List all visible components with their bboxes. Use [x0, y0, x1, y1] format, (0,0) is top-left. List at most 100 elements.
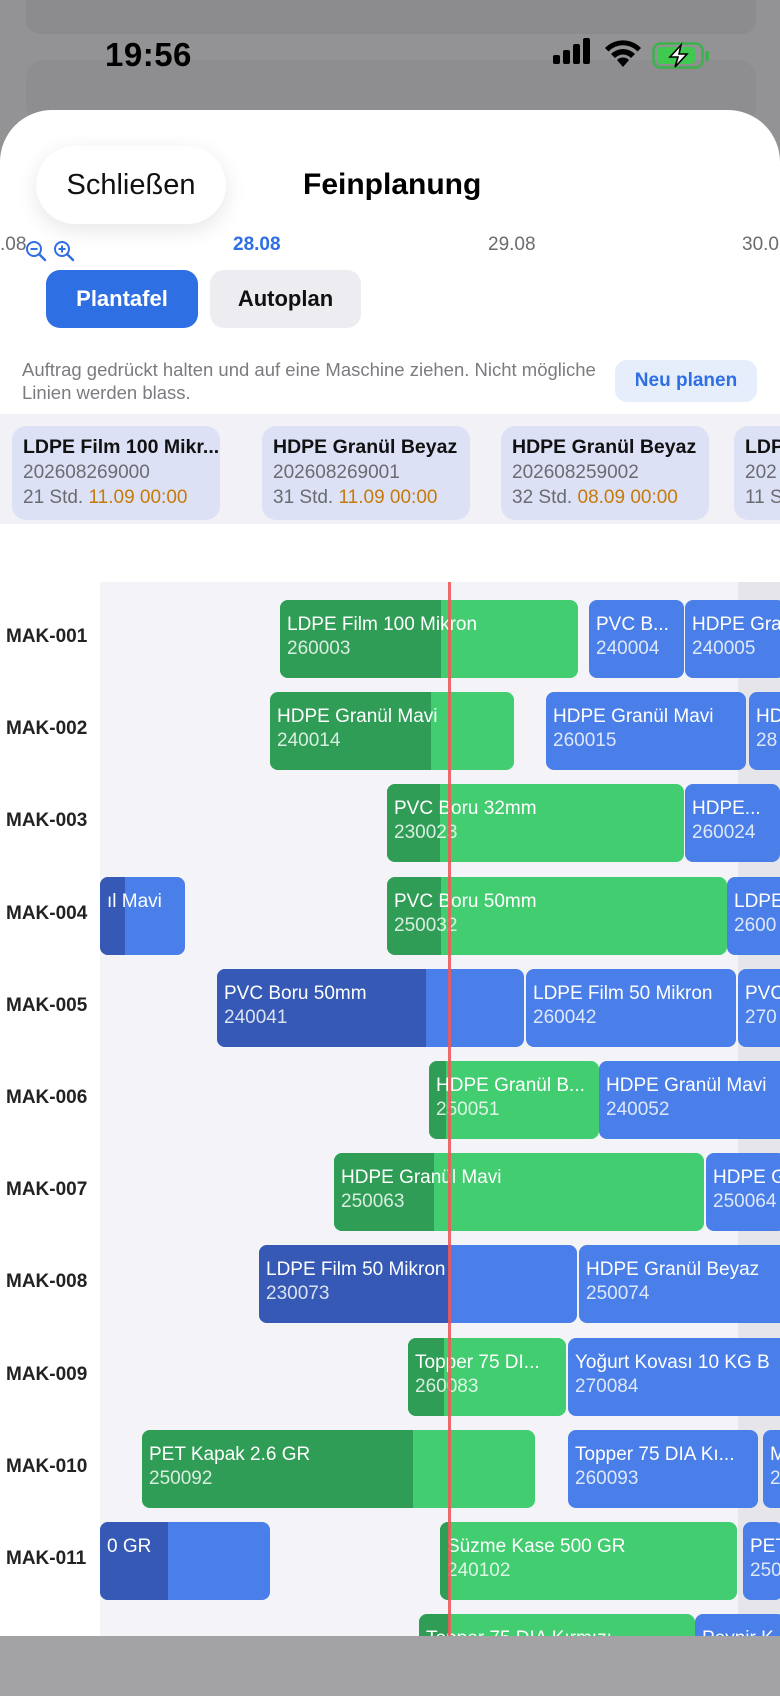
job-id: 240052 [606, 1099, 670, 1120]
order-number: 202608269001 [273, 462, 400, 483]
job-bar[interactable]: HDPE Granül Mavi 240052 [599, 1061, 780, 1139]
job-bar[interactable]: PET Kapak 2.6 GR 250092 [142, 1429, 535, 1508]
job-bar[interactable]: HD 28 [749, 692, 780, 771]
order-hours: 11 S [745, 487, 780, 508]
job-name: HDPE Granül Mavi [553, 706, 714, 728]
close-button[interactable]: Schließen [36, 146, 226, 224]
job-bar[interactable]: LDPE Film 50 Mikron 260042 [526, 968, 736, 1047]
job-bar[interactable]: HDPE G 250064 [706, 1153, 780, 1232]
drag-hint-text: Auftrag gedrückt halten und auf eine Mas… [22, 359, 596, 403]
job-name: LDPE Film 50 Mikron [266, 1259, 446, 1281]
order-pool[interactable]: LDPE Film 100 Mikr... 202608269000 21 St… [0, 414, 780, 524]
machine-label: MAK-003 [6, 810, 88, 832]
job-bar[interactable]: LDPE Film 50 Mikron 230073 [259, 1245, 577, 1324]
job-name: HDPE Granül B... [436, 1075, 585, 1096]
job-id: 250 [750, 1560, 780, 1581]
order-card[interactable]: LDPE Film 100 Mikr... 202608269000 21 St… [12, 426, 220, 520]
job-name: Süzme Kase 500 GR [447, 1536, 626, 1557]
job-name: ıl Mavi [107, 890, 162, 912]
date-tick: 29.08 [488, 234, 536, 255]
job-bar[interactable]: HDPE Granül B... 250051 [429, 1061, 599, 1139]
order-hours: 31 Std. [273, 487, 334, 508]
job-name: PET Kapak 2.6 GR [149, 1443, 311, 1465]
planning-sheet: Schließen Feinplanung Plantafel Autoplan… [0, 110, 780, 1696]
job-id: 240014 [277, 730, 341, 752]
job-id: 250063 [341, 1191, 405, 1213]
order-card[interactable]: LDP 202 11 S [734, 426, 780, 520]
machine-label: MAK-011 [6, 1548, 87, 1569]
order-due: 08.09 00:00 [577, 487, 678, 508]
machine-label: MAK-007 [6, 1179, 88, 1201]
order-title: LDPE Film 100 Mikr... [23, 436, 220, 458]
job-bar[interactable]: LDPE 2600 [727, 876, 780, 955]
job-bar[interactable]: PET 250 [743, 1522, 780, 1600]
job-id: 250074 [586, 1283, 650, 1305]
replan-button[interactable]: Neu planen [615, 360, 757, 402]
gantt-board[interactable]: MAK-001 LDPE Film 100 Mikron 260003 PVC B..… [0, 582, 780, 1696]
job-id: 240102 [447, 1560, 511, 1581]
job-id: 240004 [596, 638, 660, 659]
job-id: 230073 [266, 1283, 330, 1305]
job-bar[interactable]: PVC Boru 50mm 240041 [217, 968, 524, 1047]
order-due: 11.09 00:00 [88, 487, 188, 508]
sheet-title: Feinplanung [303, 168, 482, 201]
order-card[interactable]: HDPE Granül Beyaz 202608269001 31 Std. 1… [262, 426, 470, 520]
job-id: 250051 [436, 1099, 500, 1120]
job-id: 270084 [575, 1375, 639, 1397]
job-name: PET [750, 1536, 780, 1557]
job-bar[interactable]: Süzme Kase 500 GR 240102 [440, 1522, 737, 1600]
job-bar[interactable]: HDPE Granül Mavi 260015 [546, 692, 746, 771]
machine-label: MAK-006 [6, 1087, 88, 1108]
job-name: HDPE Granül Mavi [606, 1075, 767, 1096]
tab-plantafel[interactable]: Plantafel [46, 270, 198, 328]
job-bar[interactable]: HDPE Granül Mavi 250063 [334, 1153, 704, 1232]
job-name: HDPE G [713, 1167, 780, 1189]
job-name: PVC B... [596, 614, 669, 635]
job-bar[interactable]: HDPE Granül Beyaz 250074 [579, 1245, 780, 1324]
job-name: PVC Boru 32mm [394, 798, 537, 820]
current-time-line [448, 582, 451, 1696]
job-bar[interactable]: Topper 75 DI... 260083 [408, 1337, 566, 1416]
job-name: Yoğurt Kovası 10 KG B [575, 1351, 770, 1373]
job-name: HDPE Granül Mavi [277, 706, 438, 728]
order-title: HDPE Granül Beyaz [273, 436, 458, 458]
job-id: 260083 [415, 1375, 479, 1397]
job-id: 260024 [692, 822, 756, 844]
job-id: 250092 [149, 1467, 213, 1489]
job-id: 260093 [575, 1467, 639, 1489]
job-bar[interactable]: Topper 75 DIA Kı... 260093 [568, 1429, 758, 1508]
order-title: HDPE Granül Beyaz [512, 436, 697, 458]
order-due: 11.09 00:00 [338, 487, 438, 508]
job-bar[interactable]: HDPE... 260024 [685, 784, 780, 863]
job-id: 2 [770, 1467, 780, 1489]
order-number: 202608259002 [512, 462, 639, 483]
job-bar[interactable]: M2 [763, 1429, 780, 1508]
job-id: 260015 [553, 730, 617, 752]
job-progress-fill [100, 876, 125, 955]
home-area [0, 1636, 780, 1696]
job-bar[interactable]: 0 GR [100, 1522, 270, 1600]
cellular-signal-icon [553, 38, 590, 64]
job-bar[interactable]: PVC Boru 32mm 230023 [387, 784, 684, 863]
job-name: PVC Boru 50mm [394, 890, 537, 912]
job-bar[interactable]: Yoğurt Kovası 10 KG B 270084 [568, 1337, 780, 1416]
job-name: PVC Boru 50mm [224, 982, 367, 1004]
tab-autoplan[interactable]: Autoplan [210, 270, 361, 328]
job-bar[interactable]: PVC Boru 50mm 250032 [387, 876, 727, 955]
job-bar[interactable]: HDPE Granül Mavi 240014 [270, 692, 514, 771]
job-id: 240005 [692, 638, 756, 659]
job-name: HDPE Gra [692, 614, 780, 635]
zoom-in-icon[interactable] [53, 240, 75, 262]
job-bar[interactable]: PVC B... 240004 [589, 600, 684, 678]
machine-label: MAK-001 [6, 626, 88, 647]
order-card[interactable]: HDPE Granül Beyaz 202608259002 32 Std. 0… [501, 426, 709, 520]
wifi-icon [605, 40, 641, 67]
job-bar[interactable]: LDPE Film 100 Mikron 260003 [280, 600, 578, 678]
date-tick: 30.0 [742, 234, 779, 255]
job-bar[interactable]: ıl Mavi [100, 876, 185, 955]
zoom-out-icon[interactable] [25, 240, 47, 262]
job-id: 2600 [734, 914, 777, 936]
status-time: 19:56 [105, 36, 192, 73]
job-bar[interactable]: PVC 270 [738, 968, 780, 1047]
job-bar[interactable]: HDPE Gra 240005 [685, 600, 780, 678]
